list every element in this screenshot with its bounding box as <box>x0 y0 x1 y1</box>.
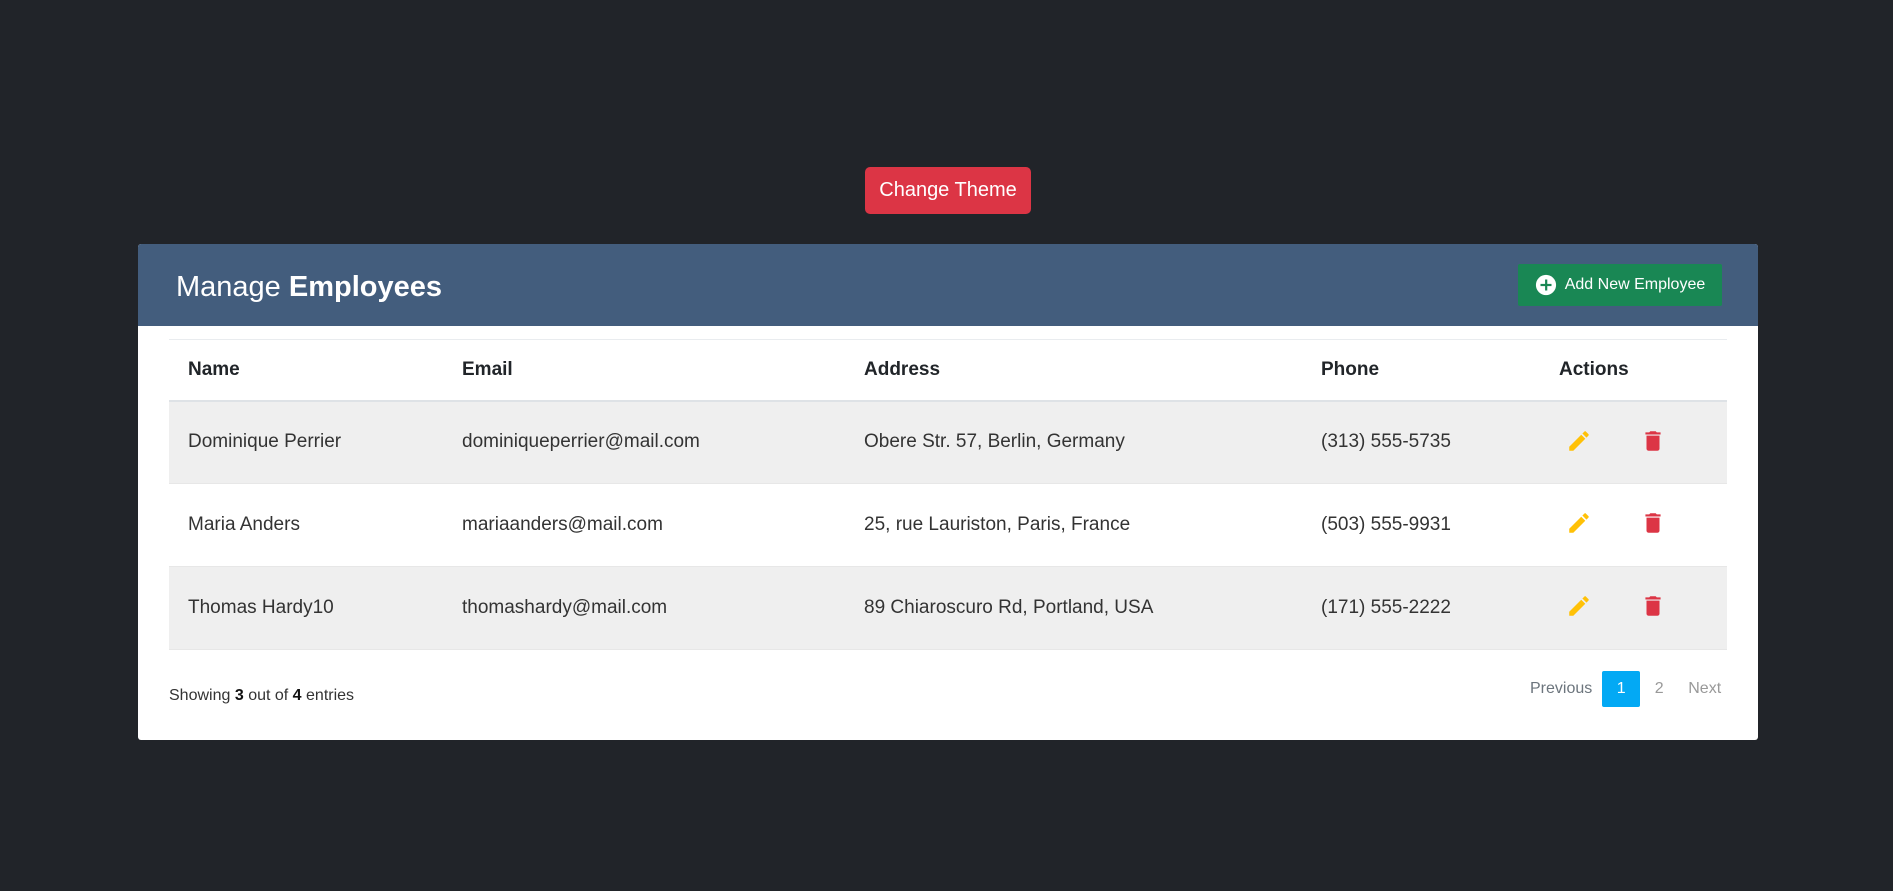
header-phone: Phone <box>1321 358 1380 380</box>
table-row: Maria Anders mariaanders@mail.com 25, ru… <box>169 484 1727 567</box>
add-new-employee-button[interactable]: Add New Employee <box>1518 264 1722 306</box>
change-theme-button[interactable]: Change Theme <box>865 167 1031 214</box>
pagination-previous[interactable]: Previous <box>1520 680 1602 698</box>
pencil-icon[interactable] <box>1566 593 1592 619</box>
panel-header: Manage Employees Add New Employee <box>138 244 1758 326</box>
page-title-prefix: Manage <box>176 271 281 303</box>
employees-table: Name Email Address Phone Actions Dominiq… <box>169 339 1727 650</box>
pencil-icon[interactable] <box>1566 428 1592 454</box>
table-header-row: Name Email Address Phone Actions <box>169 339 1727 401</box>
trash-icon[interactable] <box>1640 510 1666 536</box>
header-address: Address <box>864 358 941 380</box>
cell-name: Maria Anders <box>188 514 300 535</box>
trash-icon[interactable] <box>1640 593 1666 619</box>
header-name: Name <box>188 358 240 380</box>
pagination: Previous 1 2 Next <box>1520 671 1731 707</box>
cell-email: mariaanders@mail.com <box>462 514 663 535</box>
cell-email: thomashardy@mail.com <box>462 597 668 618</box>
cell-address: Obere Str. 57, Berlin, Germany <box>864 431 1125 453</box>
pencil-icon[interactable] <box>1566 510 1592 536</box>
entries-out-of-label: out of <box>248 687 289 704</box>
plus-circle-icon <box>1535 274 1556 296</box>
entries-label: entries <box>306 687 355 704</box>
cell-actions <box>1540 567 1727 650</box>
cell-address: 25, rue Lauriston, Paris, France <box>864 514 1131 535</box>
entries-info: Showing 3 out of 4 entries <box>169 687 354 705</box>
pagination-page-2[interactable]: 2 <box>1640 671 1678 707</box>
cell-email: dominiqueperrier@mail.com <box>462 431 700 453</box>
cell-address: 89 Chiaroscuro Rd, Portland, USA <box>864 597 1154 618</box>
pagination-page-1[interactable]: 1 <box>1602 671 1641 707</box>
cell-phone: (171) 555-2222 <box>1321 597 1451 618</box>
cell-phone: (503) 555-9931 <box>1321 514 1451 535</box>
pagination-next[interactable]: Next <box>1678 680 1731 698</box>
table-row: Dominique Perrier dominiqueperrier@mail.… <box>169 400 1727 484</box>
cell-phone: (313) 555-5735 <box>1321 431 1451 453</box>
entries-showing-label: Showing <box>169 687 231 704</box>
entries-total-count: 4 <box>292 687 302 704</box>
header-actions: Actions <box>1559 358 1629 380</box>
add-new-employee-label: Add New Employee <box>1564 276 1706 293</box>
table-row: Thomas Hardy10 thomashardy@mail.com 89 C… <box>169 566 1727 650</box>
employees-panel: Manage Employees Add New Employee Name E… <box>138 244 1758 740</box>
header-email: Email <box>462 358 513 380</box>
cell-name: Dominique Perrier <box>188 431 342 453</box>
cell-name: Thomas Hardy10 <box>188 597 334 618</box>
cell-actions <box>1540 484 1727 567</box>
page-title-bold: Employees <box>288 271 443 303</box>
page-title: Manage Employees <box>176 270 442 304</box>
employees-table-wrapper: Name Email Address Phone Actions Dominiq… <box>169 339 1727 650</box>
trash-icon[interactable] <box>1640 428 1666 454</box>
cell-actions <box>1540 401 1727 484</box>
page: Change Theme Manage Employees Add New Em… <box>0 0 1893 891</box>
entries-shown-count: 3 <box>234 687 244 704</box>
